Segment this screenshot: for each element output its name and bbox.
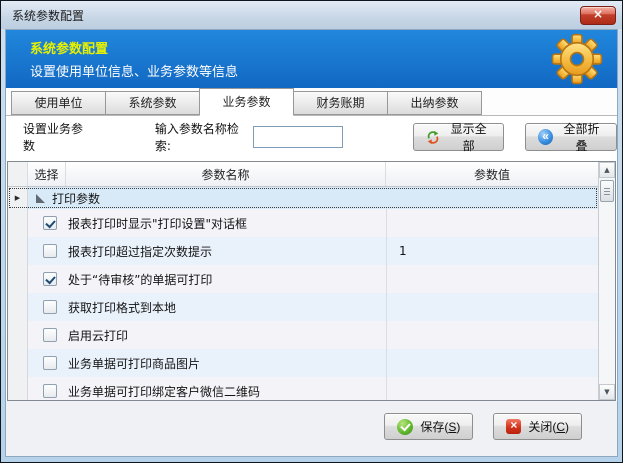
row-gutter: [8, 321, 28, 349]
tab-cashier-params[interactable]: 出纳参数: [387, 91, 482, 115]
param-name-cell: 业务单据可打印商品图片: [28, 355, 386, 372]
param-name-cell: 报表打印时显示"打印设置"对话框: [28, 215, 386, 232]
collapse-all-label: 全部折叠: [559, 120, 604, 154]
row-checkbox[interactable]: [43, 384, 57, 398]
row-gutter: [8, 237, 28, 265]
section-label: 设置业务参数: [23, 120, 91, 154]
column-header-param-name[interactable]: 参数名称: [66, 162, 386, 186]
row-checkbox[interactable]: [43, 300, 57, 314]
params-grid: 选择 参数名称 参数值 ▶ 打印参数: [7, 161, 616, 401]
collapse-all-button[interactable]: « 全部折叠: [525, 123, 617, 151]
save-check-icon: [397, 419, 413, 435]
group-label: 打印参数: [52, 190, 100, 207]
scroll-down-button[interactable]: ▼: [599, 384, 615, 400]
tab-finance-period[interactable]: 财务账期: [293, 91, 388, 115]
table-row[interactable]: 报表打印时显示"打印设置"对话框: [8, 209, 598, 237]
tab-system-params[interactable]: 系统参数: [105, 91, 200, 115]
row-gutter: [8, 209, 28, 237]
refresh-icon: [426, 130, 440, 145]
param-name-cell: 业务单据可打印绑定客户微信二维码: [28, 383, 386, 400]
grid-main: 选择 参数名称 参数值 ▶ 打印参数: [8, 162, 598, 400]
title-bar[interactable]: 系统参数配置 ×: [1, 1, 622, 29]
banner-text: 系统参数配置 设置使用单位信息、业务参数等信息: [30, 38, 551, 80]
param-name: 处于“待审核”的单据可打印: [68, 271, 212, 288]
table-row[interactable]: 业务单据可打印商品图片: [8, 349, 598, 377]
param-name: 报表打印时显示"打印设置"对话框: [68, 215, 247, 232]
search-input[interactable]: [253, 126, 343, 148]
scroll-up-button[interactable]: ▲: [599, 162, 615, 178]
param-name: 业务单据可打印商品图片: [68, 355, 200, 372]
save-button[interactable]: 保存(S): [384, 413, 473, 440]
current-row-indicator-icon: ▶: [15, 194, 20, 202]
param-name-cell: 处于“待审核”的单据可打印: [28, 271, 386, 288]
save-button-label: 保存(S): [420, 418, 460, 435]
vertical-scrollbar[interactable]: ▲ ▼: [598, 162, 615, 400]
close-button-label: 关闭(C): [528, 418, 569, 435]
param-name: 启用云打印: [68, 327, 128, 344]
scrollbar-thumb[interactable]: [600, 180, 614, 202]
group-row-print-params[interactable]: ▶ 打印参数: [8, 187, 598, 209]
row-checkbox[interactable]: [43, 356, 57, 370]
header-banner: 系统参数配置 设置使用单位信息、业务参数等信息: [6, 30, 617, 88]
row-checkbox[interactable]: [43, 272, 57, 286]
tab-strip: 使用单位 系统参数 业务参数 财务账期 出纳参数: [6, 88, 617, 116]
arrow-up-icon: ▲: [604, 166, 609, 174]
close-x-icon: ×: [593, 8, 603, 20]
row-checkbox[interactable]: [43, 216, 57, 230]
banner-subtitle: 设置使用单位信息、业务参数等信息: [30, 61, 551, 80]
footer: 保存(S) × 关闭(C): [6, 401, 617, 456]
row-gutter: [8, 349, 28, 377]
param-name-cell: 报表打印超过指定次数提示: [28, 243, 386, 260]
row-checkbox[interactable]: [43, 244, 57, 258]
toolbar: 设置业务参数 输入参数名称检索: 显示全部 « 全部折叠: [6, 116, 617, 158]
table-row[interactable]: 处于“待审核”的单据可打印: [8, 265, 598, 293]
row-checkbox[interactable]: [43, 328, 57, 342]
tab-business-params[interactable]: 业务参数: [199, 88, 294, 116]
param-value-cell[interactable]: [386, 265, 598, 293]
arrow-down-icon: ▼: [604, 388, 609, 396]
window-close-button[interactable]: ×: [580, 6, 616, 25]
row-gutter: ▶: [8, 187, 28, 209]
param-value-cell[interactable]: [386, 321, 598, 349]
param-value-cell[interactable]: 1: [386, 237, 598, 265]
param-value-cell[interactable]: [386, 293, 598, 321]
table-row[interactable]: 获取打印格式到本地: [8, 293, 598, 321]
collapse-icon: «: [538, 129, 553, 145]
row-gutter: [8, 265, 28, 293]
param-name: 业务单据可打印绑定客户微信二维码: [68, 383, 260, 400]
grid-header: 选择 参数名称 参数值: [8, 162, 598, 187]
row-gutter: [8, 377, 28, 400]
show-all-button[interactable]: 显示全部: [413, 123, 504, 151]
row-gutter: [8, 293, 28, 321]
table-row[interactable]: 业务单据可打印绑定客户微信二维码: [8, 377, 598, 400]
param-value-cell[interactable]: [386, 209, 598, 237]
group-expanded-icon[interactable]: [36, 194, 45, 203]
system-params-dialog: 系统参数配置 × 系统参数配置 设置使用单位信息、业务参数等信息: [0, 0, 623, 463]
grid-body: ▶ 打印参数 报表打印时显示"打印设置"对话框: [8, 187, 598, 400]
param-value-cell[interactable]: [386, 377, 598, 400]
show-all-label: 显示全部: [446, 120, 491, 154]
param-value-cell[interactable]: [386, 349, 598, 377]
column-header-param-value[interactable]: 参数值: [386, 162, 598, 186]
gear-icon: [551, 33, 603, 85]
close-button[interactable]: × 关闭(C): [493, 413, 582, 440]
search-label: 输入参数名称检索:: [155, 120, 249, 154]
tab-usage-unit[interactable]: 使用单位: [11, 91, 106, 115]
close-x-icon: ×: [506, 419, 521, 434]
table-row[interactable]: 报表打印超过指定次数提示 1: [8, 237, 598, 265]
column-header-select[interactable]: 选择: [28, 162, 66, 186]
param-name-cell: 获取打印格式到本地: [28, 299, 386, 316]
dialog-content: 系统参数配置 设置使用单位信息、业务参数等信息: [5, 29, 618, 457]
param-name: 报表打印超过指定次数提示: [68, 243, 212, 260]
table-row[interactable]: 启用云打印: [8, 321, 598, 349]
window-title: 系统参数配置: [12, 7, 580, 24]
scrollbar-track[interactable]: [599, 178, 615, 384]
param-name: 获取打印格式到本地: [68, 299, 176, 316]
banner-title: 系统参数配置: [30, 38, 551, 57]
param-name-cell: 启用云打印: [28, 327, 386, 344]
header-gutter: [8, 162, 28, 186]
